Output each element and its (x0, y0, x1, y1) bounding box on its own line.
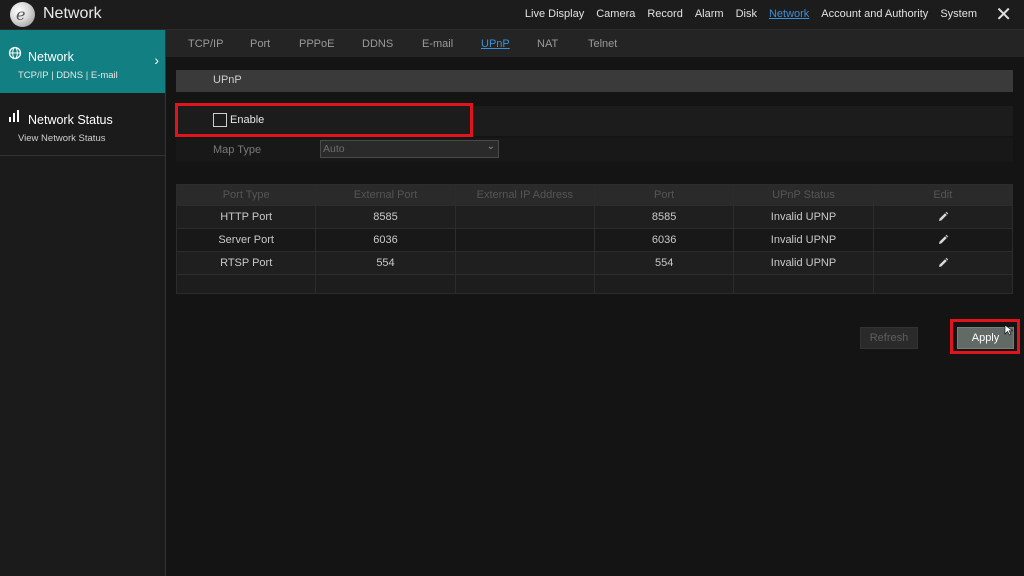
table-row: Server Port 6036 6036 Invalid UPNP (175, 228, 1014, 252)
close-icon[interactable]: ✕ (995, 3, 1012, 25)
map-type-value: Auto (323, 143, 345, 155)
tab-ddns[interactable]: DDNS (362, 38, 393, 50)
refresh-button[interactable]: Refresh (860, 327, 918, 349)
table-row-empty (175, 274, 1014, 294)
table-header-row: Port Type External Port External IP Addr… (175, 184, 1014, 206)
chevron-right-icon: › (154, 52, 159, 68)
column-header: Port Type (175, 184, 317, 206)
globe-icon (8, 46, 22, 60)
menu-item-live-display[interactable]: Live Display (525, 8, 584, 20)
menu-item-disk[interactable]: Disk (736, 8, 757, 20)
table-row: RTSP Port 554 554 Invalid UPNP (175, 251, 1014, 275)
sidebar-item-network[interactable]: Network TCP/IP | DDNS | E-mail › (0, 30, 165, 93)
tab-upnp[interactable]: UPnP (481, 38, 510, 50)
column-header: External IP Address (454, 184, 595, 206)
external-port-cell: 554 (315, 251, 456, 275)
page-title: Network (43, 5, 102, 22)
port-type-cell: Server Port (175, 228, 317, 252)
port-cell: 554 (593, 251, 735, 275)
empty-cell (733, 274, 874, 294)
upnp-status-cell: Invalid UPNP (733, 228, 874, 252)
sidebar-item-title: Network Status (28, 113, 113, 127)
mouse-cursor-icon (1004, 324, 1014, 336)
tab-telnet[interactable]: Telnet (588, 38, 617, 50)
menu-item-record[interactable]: Record (647, 8, 682, 20)
sidebar: Network TCP/IP | DDNS | E-mail › Network… (0, 30, 166, 576)
enable-highlight-box (175, 103, 473, 137)
section-header: UPnP (176, 70, 1013, 92)
map-type-row: Map Type Auto ⌄ (176, 138, 1013, 162)
menu-item-network[interactable]: Network (769, 8, 809, 20)
map-type-select[interactable]: Auto ⌄ (320, 140, 499, 158)
upnp-status-cell: Invalid UPNP (733, 205, 874, 229)
upnp-status-cell: Invalid UPNP (733, 251, 874, 275)
menu-item-alarm[interactable]: Alarm (695, 8, 724, 20)
empty-cell (872, 274, 1014, 294)
table-row: HTTP Port 8585 8585 Invalid UPNP (175, 205, 1014, 229)
external-port-cell: 8585 (315, 205, 456, 229)
column-header: Port (593, 184, 735, 206)
sidebar-item-subtitle: TCP/IP | DDNS | E-mail (18, 70, 118, 81)
empty-cell (175, 274, 317, 294)
tab-pppoe[interactable]: PPPoE (299, 38, 334, 50)
menu-item-system[interactable]: System (940, 8, 977, 20)
external-ip-cell (454, 228, 595, 252)
column-header: External Port (315, 184, 456, 206)
section-title: UPnP (213, 74, 242, 86)
sidebar-item-subtitle: View Network Status (18, 133, 106, 144)
logo: e (10, 2, 35, 27)
port-cell: 6036 (593, 228, 735, 252)
pencil-icon[interactable] (937, 257, 949, 269)
edit-cell (872, 205, 1014, 229)
sidebar-item-title: Network (28, 50, 74, 64)
column-header: Edit (872, 184, 1014, 206)
top-bar: e Network Live Display Camera Record Ala… (0, 0, 1024, 30)
tab-tcpip[interactable]: TCP/IP (188, 38, 223, 50)
port-cell: 8585 (593, 205, 735, 229)
port-type-cell: RTSP Port (175, 251, 317, 275)
empty-cell (315, 274, 456, 294)
external-ip-cell (454, 205, 595, 229)
menu-item-camera[interactable]: Camera (596, 8, 635, 20)
empty-cell (454, 274, 595, 294)
port-type-cell: HTTP Port (175, 205, 317, 229)
sidebar-item-network-status[interactable]: Network Status View Network Status (0, 93, 165, 156)
column-header: UPnP Status (733, 184, 874, 206)
edit-cell (872, 228, 1014, 252)
map-type-label: Map Type (213, 144, 262, 156)
tab-nat[interactable]: NAT (537, 38, 558, 50)
main-menu: Live Display Camera Record Alarm Disk Ne… (513, 8, 977, 20)
chevron-down-icon: ⌄ (486, 141, 495, 152)
tab-email[interactable]: E-mail (422, 38, 453, 50)
empty-cell (593, 274, 735, 294)
pencil-icon[interactable] (937, 211, 949, 223)
subtab-bar: TCP/IP Port PPPoE DDNS E-mail UPnP NAT T… (166, 30, 1024, 57)
pencil-icon[interactable] (937, 234, 949, 246)
menu-item-account-authority[interactable]: Account and Authority (821, 8, 928, 20)
tab-port[interactable]: Port (250, 38, 270, 50)
edit-cell (872, 251, 1014, 275)
external-ip-cell (454, 251, 595, 275)
external-port-cell: 6036 (315, 228, 456, 252)
signal-icon (9, 110, 19, 122)
port-mapping-table: Port Type External Port External IP Addr… (175, 184, 1014, 294)
logo-e-icon: e (16, 5, 26, 24)
